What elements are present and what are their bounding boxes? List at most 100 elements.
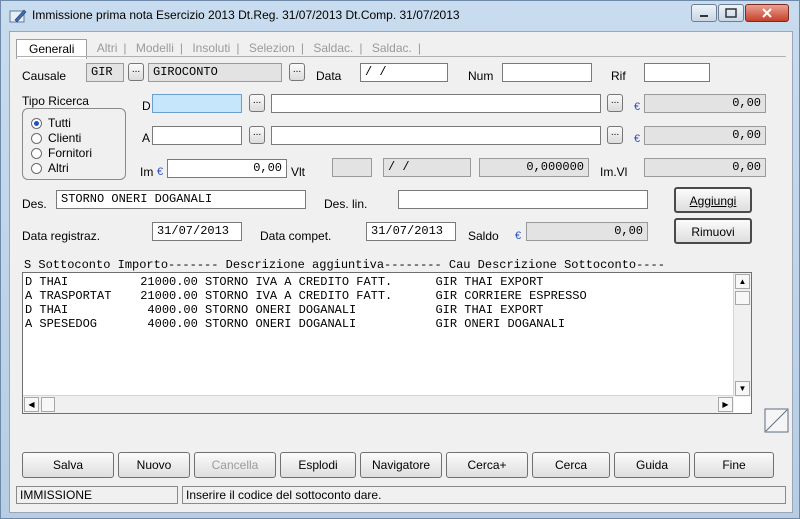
entries-list[interactable]: D THAI 21000.00 STORNO IVA A CREDITO FAT… [22, 272, 752, 414]
data-registraz-field[interactable]: 31/07/2013 [152, 222, 242, 241]
radio-altri-label: Altri [48, 161, 69, 175]
radio-tutti-label: Tutti [48, 116, 71, 130]
des-lin-field[interactable] [398, 190, 648, 209]
salva-button[interactable]: Salva [22, 452, 114, 478]
maximize-button[interactable] [718, 4, 744, 22]
data-field[interactable]: / / [360, 63, 448, 82]
tab-saldac-1[interactable]: Saldac. [307, 40, 359, 56]
minimize-icon [700, 15, 708, 17]
list-header: S Sottoconto Importo------- Descrizione … [24, 258, 665, 272]
num-label: Num [468, 69, 494, 83]
rimuovi-button[interactable]: Rimuovi [674, 218, 752, 244]
tab-insoluti[interactable]: Insoluti [186, 40, 236, 56]
window-title: Immissione prima nota Esercizio 2013 Dt.… [32, 8, 460, 22]
radio-clienti[interactable] [31, 133, 42, 144]
vlt-label: Vlt [291, 165, 306, 179]
scroll-right-arrow-icon[interactable]: ▶ [718, 397, 733, 412]
radio-altri[interactable] [31, 163, 42, 174]
cerca-button[interactable]: Cerca [532, 452, 610, 478]
a-amount-field: 0,00 [644, 126, 766, 145]
hscroll-thumb[interactable] [41, 397, 55, 412]
list-item[interactable]: A SPESEDOG 4000.00 STORNO ONERI DOGANALI… [25, 317, 565, 331]
data-registraz-label: Data registraz. [22, 229, 101, 243]
a-euro-icon: € [634, 133, 641, 145]
saldo-label: Saldo [468, 229, 499, 243]
scroll-left-arrow-icon[interactable]: ◀ [24, 397, 39, 412]
des-field[interactable]: STORNO ONERI DOGANALI [56, 190, 306, 209]
horizontal-scrollbar[interactable]: ◀ ▶ [23, 395, 734, 413]
tab-saldac-2[interactable]: Saldac. [366, 40, 418, 56]
im-label: Im [140, 165, 154, 179]
status-message: Inserire il codice del sottoconto dare. [182, 486, 786, 504]
d-label: D [142, 99, 151, 113]
radio-tutti[interactable] [31, 118, 42, 129]
d-amount-field: 0,00 [644, 94, 766, 113]
tipo-ricerca-label: Tipo Ricerca [22, 94, 89, 108]
tab-selezion[interactable]: Selezion [243, 40, 301, 56]
imvl-label: Im.Vl [600, 165, 628, 179]
close-button[interactable] [745, 4, 789, 22]
navigatore-button[interactable]: Navigatore [360, 452, 442, 478]
causale-desc-field: GIROCONTO [148, 63, 282, 82]
num-field[interactable] [502, 63, 592, 82]
im-field[interactable]: 0,00 [167, 159, 287, 178]
saldo-euro-icon: € [515, 230, 522, 242]
radio-clienti-label: Clienti [48, 131, 82, 145]
close-icon [762, 8, 772, 18]
radio-fornitori-label: Fornitori [48, 146, 93, 160]
scroll-down-arrow-icon[interactable]: ▼ [735, 381, 750, 396]
causale-desc-lookup-button[interactable]: ... [289, 63, 305, 81]
tab-strip: Generali Altri | Modelli | Insoluti | Selez… [16, 38, 421, 59]
d-code-lookup-button[interactable]: ... [249, 94, 265, 112]
d-euro-icon: € [634, 101, 641, 113]
a-code-field[interactable] [152, 126, 242, 145]
des-label: Des. [22, 197, 47, 211]
vlt-rate-field: 0,000000 [479, 158, 589, 177]
vlt-field[interactable] [332, 158, 372, 177]
list-item[interactable]: D THAI 4000.00 STORNO ONERI DOGANALI GIR… [25, 303, 543, 317]
causale-label: Causale [22, 69, 67, 83]
causale-lookup-button[interactable]: ... [128, 63, 144, 81]
tab-modelli[interactable]: Modelli [130, 40, 180, 56]
causale-code-field[interactable]: GIR [86, 63, 124, 82]
scroll-thumb[interactable] [735, 291, 750, 305]
title-bar[interactable]: Immissione prima nota Esercizio 2013 Dt.… [1, 1, 799, 31]
a-code-lookup-button[interactable]: ... [249, 126, 265, 144]
app-pen-icon [9, 9, 27, 23]
main-window: Immissione prima nota Esercizio 2013 Dt.… [0, 0, 800, 519]
scroll-up-arrow-icon[interactable]: ▲ [735, 274, 750, 289]
d-desc-lookup-button[interactable]: ... [607, 94, 623, 112]
tab-altri[interactable]: Altri [91, 40, 124, 56]
data-compet-field[interactable]: 31/07/2013 [366, 222, 456, 241]
d-code-field[interactable] [152, 94, 242, 113]
aggiungi-button[interactable]: Aggiungi [674, 187, 752, 213]
status-mode: IMMISSIONE [16, 486, 178, 504]
list-item[interactable]: D THAI 21000.00 STORNO IVA A CREDITO FAT… [25, 275, 543, 289]
rif-label: Rif [611, 69, 626, 83]
guida-button[interactable]: Guida [614, 452, 690, 478]
saldo-field: 0,00 [526, 222, 648, 241]
vertical-scrollbar[interactable]: ▲ ▼ [733, 273, 751, 397]
imvl-field: 0,00 [644, 158, 766, 177]
rif-field[interactable] [644, 63, 710, 82]
list-item[interactable]: A TRASPORTAT 21000.00 STORNO IVA A CREDI… [25, 289, 587, 303]
form-area: Generali Altri | Modelli | Insoluti | Selez… [9, 31, 793, 513]
cancella-button[interactable]: Cancella [194, 452, 276, 478]
resize-corner-icon[interactable] [764, 408, 790, 434]
a-desc-lookup-button[interactable]: ... [607, 126, 623, 144]
a-desc-field[interactable] [271, 126, 601, 145]
maximize-icon [725, 8, 737, 18]
rimuovi-label: Rimuovi [691, 225, 735, 239]
vlt-date-field: / / [383, 158, 471, 177]
minimize-button[interactable] [691, 4, 717, 22]
fine-button[interactable]: Fine [694, 452, 774, 478]
im-euro-icon: € [157, 166, 164, 178]
a-label: A [142, 131, 151, 145]
nuovo-button[interactable]: Nuovo [118, 452, 190, 478]
radio-fornitori[interactable] [31, 148, 42, 159]
esplodi-button[interactable]: Esplodi [280, 452, 356, 478]
d-desc-field[interactable] [271, 94, 601, 113]
data-compet-label: Data compet. [260, 229, 332, 243]
cerca-plus-button[interactable]: Cerca+ [446, 452, 528, 478]
data-label: Data [316, 69, 342, 83]
